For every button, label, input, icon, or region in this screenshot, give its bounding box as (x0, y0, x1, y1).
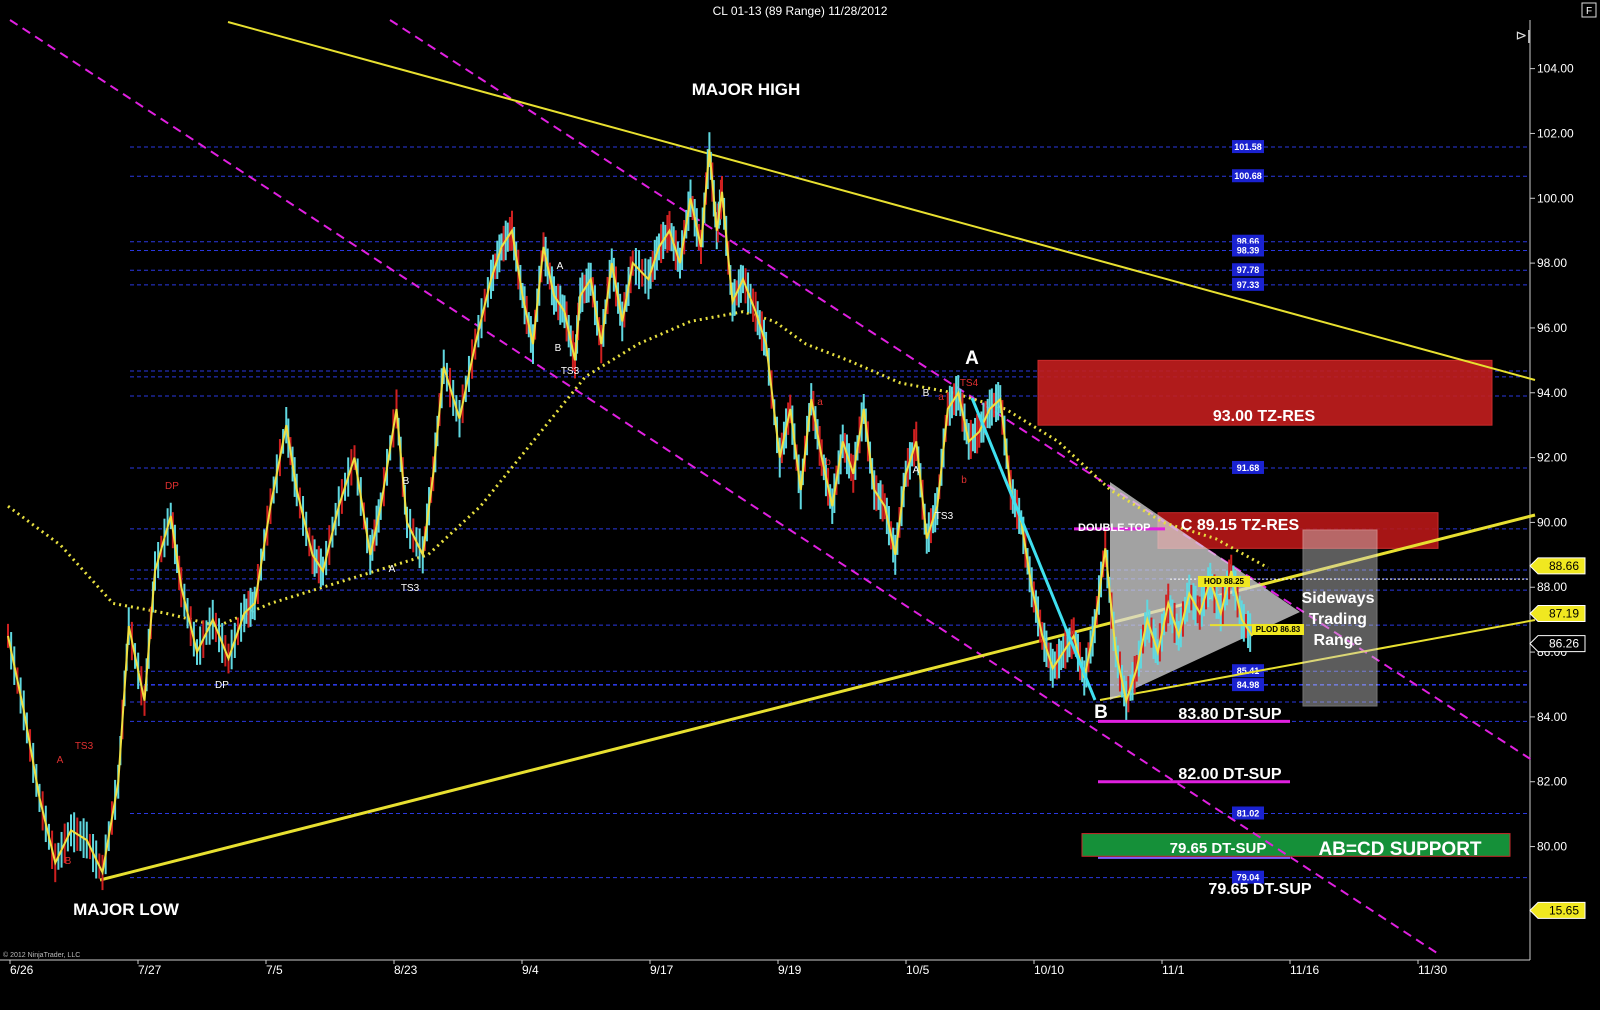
pivot-mark: DP (215, 680, 229, 691)
pivot-mark: A (57, 755, 64, 766)
annotation-label: Sideways (1302, 590, 1375, 607)
x-tick-label: 9/17 (650, 963, 674, 977)
annotation-label: 83.80 DT-SUP (1178, 706, 1281, 723)
pivot-mark: b (825, 457, 831, 468)
pivot-mark: B (923, 388, 930, 399)
y-tick-label: 92.00 (1537, 451, 1567, 465)
x-tick-label: 10/10 (1034, 963, 1064, 977)
y-tick-label: 102.00 (1537, 126, 1574, 140)
level-value: 98.39 (1237, 245, 1260, 255)
x-tick-label: 6/26 (10, 963, 34, 977)
y-tick-label: 80.00 (1537, 840, 1567, 854)
level-value: 81.02 (1237, 808, 1260, 818)
pivot-mark: A (557, 261, 564, 272)
pivot-mark: TS3 (935, 511, 954, 522)
price-tag-label: 86.26 (1549, 637, 1579, 651)
y-tick-label: 96.00 (1537, 321, 1567, 335)
x-tick-label: 11/16 (1290, 963, 1319, 977)
y-tick-label: 88.00 (1537, 580, 1567, 594)
annotation-label: A (965, 348, 979, 369)
pivot-mark: DP (165, 481, 179, 492)
channel-line-lower (9, 19, 1441, 956)
annotation-label: MAJOR HIGH (692, 80, 801, 99)
annotation-label: HOD 88.25 (1204, 577, 1245, 586)
price-tag-label: 15.65 (1549, 903, 1579, 917)
annotation-label: Trading (1309, 611, 1367, 628)
trend-lines (99, 21, 1536, 882)
pivot-mark: TS4 (960, 378, 979, 389)
annotation-label: 79.65 DT-SUP (1170, 840, 1267, 857)
price-tags: 88.66 87.19 86.26 15.65 (1529, 557, 1586, 919)
pivot-mark: TS3 (75, 741, 94, 752)
annotation-label: Range (1314, 632, 1363, 649)
annotation-label: 82.00 DT-SUP (1178, 766, 1281, 783)
resistance-line (227, 21, 1536, 381)
x-tick-label: 7/5 (266, 963, 283, 977)
pivot-mark: A (389, 564, 396, 575)
level-value: 97.78 (1237, 265, 1260, 275)
panel-button-label: F (1586, 6, 1592, 17)
y-tick-label: 84.00 (1537, 710, 1567, 724)
pivot-mark: a (817, 397, 823, 408)
pivot-mark: B (555, 343, 562, 354)
y-tick-label: 82.00 (1537, 775, 1567, 789)
chart-window: CL 01-13 (89 Range) 11/28/2012 F ⊳| 101.58 1… (0, 0, 1600, 1010)
copyright-text: © 2012 NinjaTrader, LLC (3, 951, 80, 959)
price-tag-label: 87.19 (1549, 606, 1579, 620)
x-tick-label: 11/1 (1162, 963, 1185, 977)
price-tag-label: 88.66 (1549, 559, 1579, 573)
zone-label: AB=CD SUPPORT (1318, 839, 1481, 860)
x-tick-label: 9/4 (522, 963, 539, 977)
x-tick-label: 10/5 (906, 963, 930, 977)
x-tick-label: 7/27 (138, 963, 162, 977)
horizontal-levels: 101.58100.6898.6698.3997.7897.3391.6885.… (130, 140, 1530, 884)
pivot-mark: TS3 (561, 366, 580, 377)
level-value: 100.68 (1234, 171, 1262, 181)
x-tick-label: 11/30 (1418, 963, 1447, 977)
chart-title: CL 01-13 (89 Range) 11/28/2012 (713, 4, 888, 18)
pivot-mark: a (938, 392, 944, 403)
zone-label: 93.00 TZ-RES (1213, 408, 1316, 425)
pivot-mark: B (403, 476, 410, 487)
y-tick-label: 94.00 (1537, 386, 1567, 400)
y-axis-ticks: 104.00 102.00 100.00 98.00 96.00 94.00 92.00 90… (1530, 62, 1574, 918)
y-tick-label: 90.00 (1537, 515, 1567, 529)
scroll-end-icon: ⊳| (1515, 27, 1530, 43)
pivot-mark: B (65, 856, 72, 867)
y-tick-label: 100.00 (1537, 191, 1574, 205)
pivot-mark: b (961, 475, 967, 486)
annotation-label: 79.65 DT-SUP (1208, 881, 1311, 898)
price-chart[interactable]: CL 01-13 (89 Range) 11/28/2012 F ⊳| 101.58 1… (0, 0, 1600, 1010)
x-axis-ticks: 6/26 7/27 7/5 8/23 9/4 9/17 9/19 10/5 10/10 11/1 1… (9, 960, 1447, 977)
annotation-label: MAJOR LOW (73, 900, 180, 919)
pivot-mark: TS3 (401, 583, 420, 594)
pivot-mark: A (913, 465, 920, 476)
x-tick-label: 9/19 (778, 963, 802, 977)
annotation-label: PLOD 86.83 (1256, 625, 1301, 634)
annotations: MAJOR HIGH MAJOR LOW A B DOUBLE-TOP 83.80 DT-… (73, 80, 1482, 919)
x-tick-label: 8/23 (394, 963, 418, 977)
annotation-label: B (1094, 702, 1108, 723)
zone-label: C 89.15 TZ-RES (1181, 517, 1300, 534)
channel-lines (9, 19, 1536, 956)
level-value: 97.33 (1237, 280, 1260, 290)
level-value: 91.68 (1237, 463, 1260, 473)
y-tick-label: 104.00 (1537, 62, 1574, 76)
annotation-label: DOUBLE-TOP (1078, 522, 1151, 534)
level-value: 84.98 (1237, 680, 1260, 690)
y-tick-label: 98.00 (1537, 256, 1567, 270)
level-value: 101.58 (1234, 142, 1262, 152)
